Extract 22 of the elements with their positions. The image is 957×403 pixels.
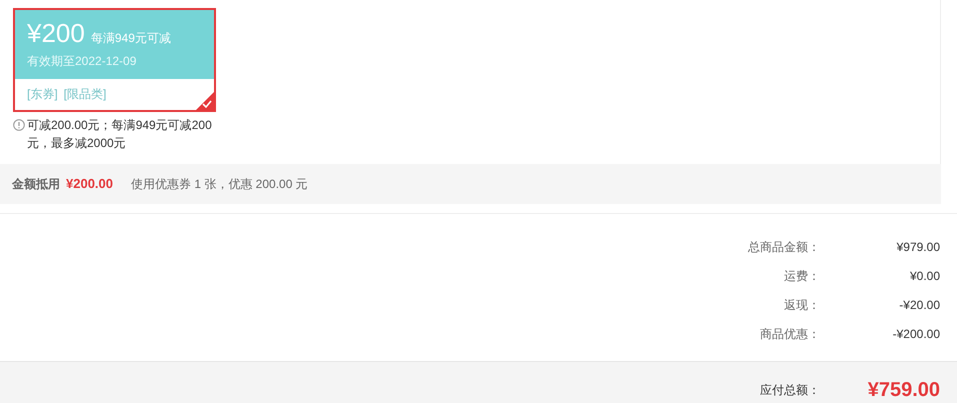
- coupon-validity: 有效期至2022-12-09: [27, 53, 138, 70]
- coupon-tag: [限品类]: [64, 85, 106, 103]
- coupon-note: 可减200.00元；每满949元可减200元，最多减2000元: [27, 117, 213, 152]
- total-label: 商品优惠：: [760, 326, 820, 342]
- check-icon: [196, 92, 214, 110]
- total-value: -¥200.00: [892, 326, 940, 342]
- total-label: 总商品金额：: [748, 238, 820, 256]
- total-value: -¥20.00: [898, 296, 940, 314]
- coupon-card[interactable]: ¥200 每满949元可减 有效期至2022-12-09 [东券] [限品类]: [13, 8, 216, 112]
- total-value: ¥979.00: [896, 238, 940, 256]
- deduction-label: 金额抵用: [12, 176, 60, 193]
- total-label: 返现：: [784, 296, 820, 314]
- coupon-tag: [东券]: [27, 85, 58, 103]
- total-label: 运费：: [784, 268, 820, 284]
- coupon-amount: ¥200: [27, 18, 85, 48]
- total-value: ¥0.00: [908, 268, 940, 284]
- deduction-summary: 使用优惠券 1 张，优惠 200.00 元: [131, 176, 308, 193]
- info-icon: [13, 119, 25, 131]
- deduction-amount: ¥200.00: [66, 175, 113, 194]
- payable-label: 应付总额：: [760, 382, 820, 398]
- coupon-condition: 每满949元可减: [90, 30, 171, 47]
- payable-amount: ¥759.00: [866, 378, 940, 402]
